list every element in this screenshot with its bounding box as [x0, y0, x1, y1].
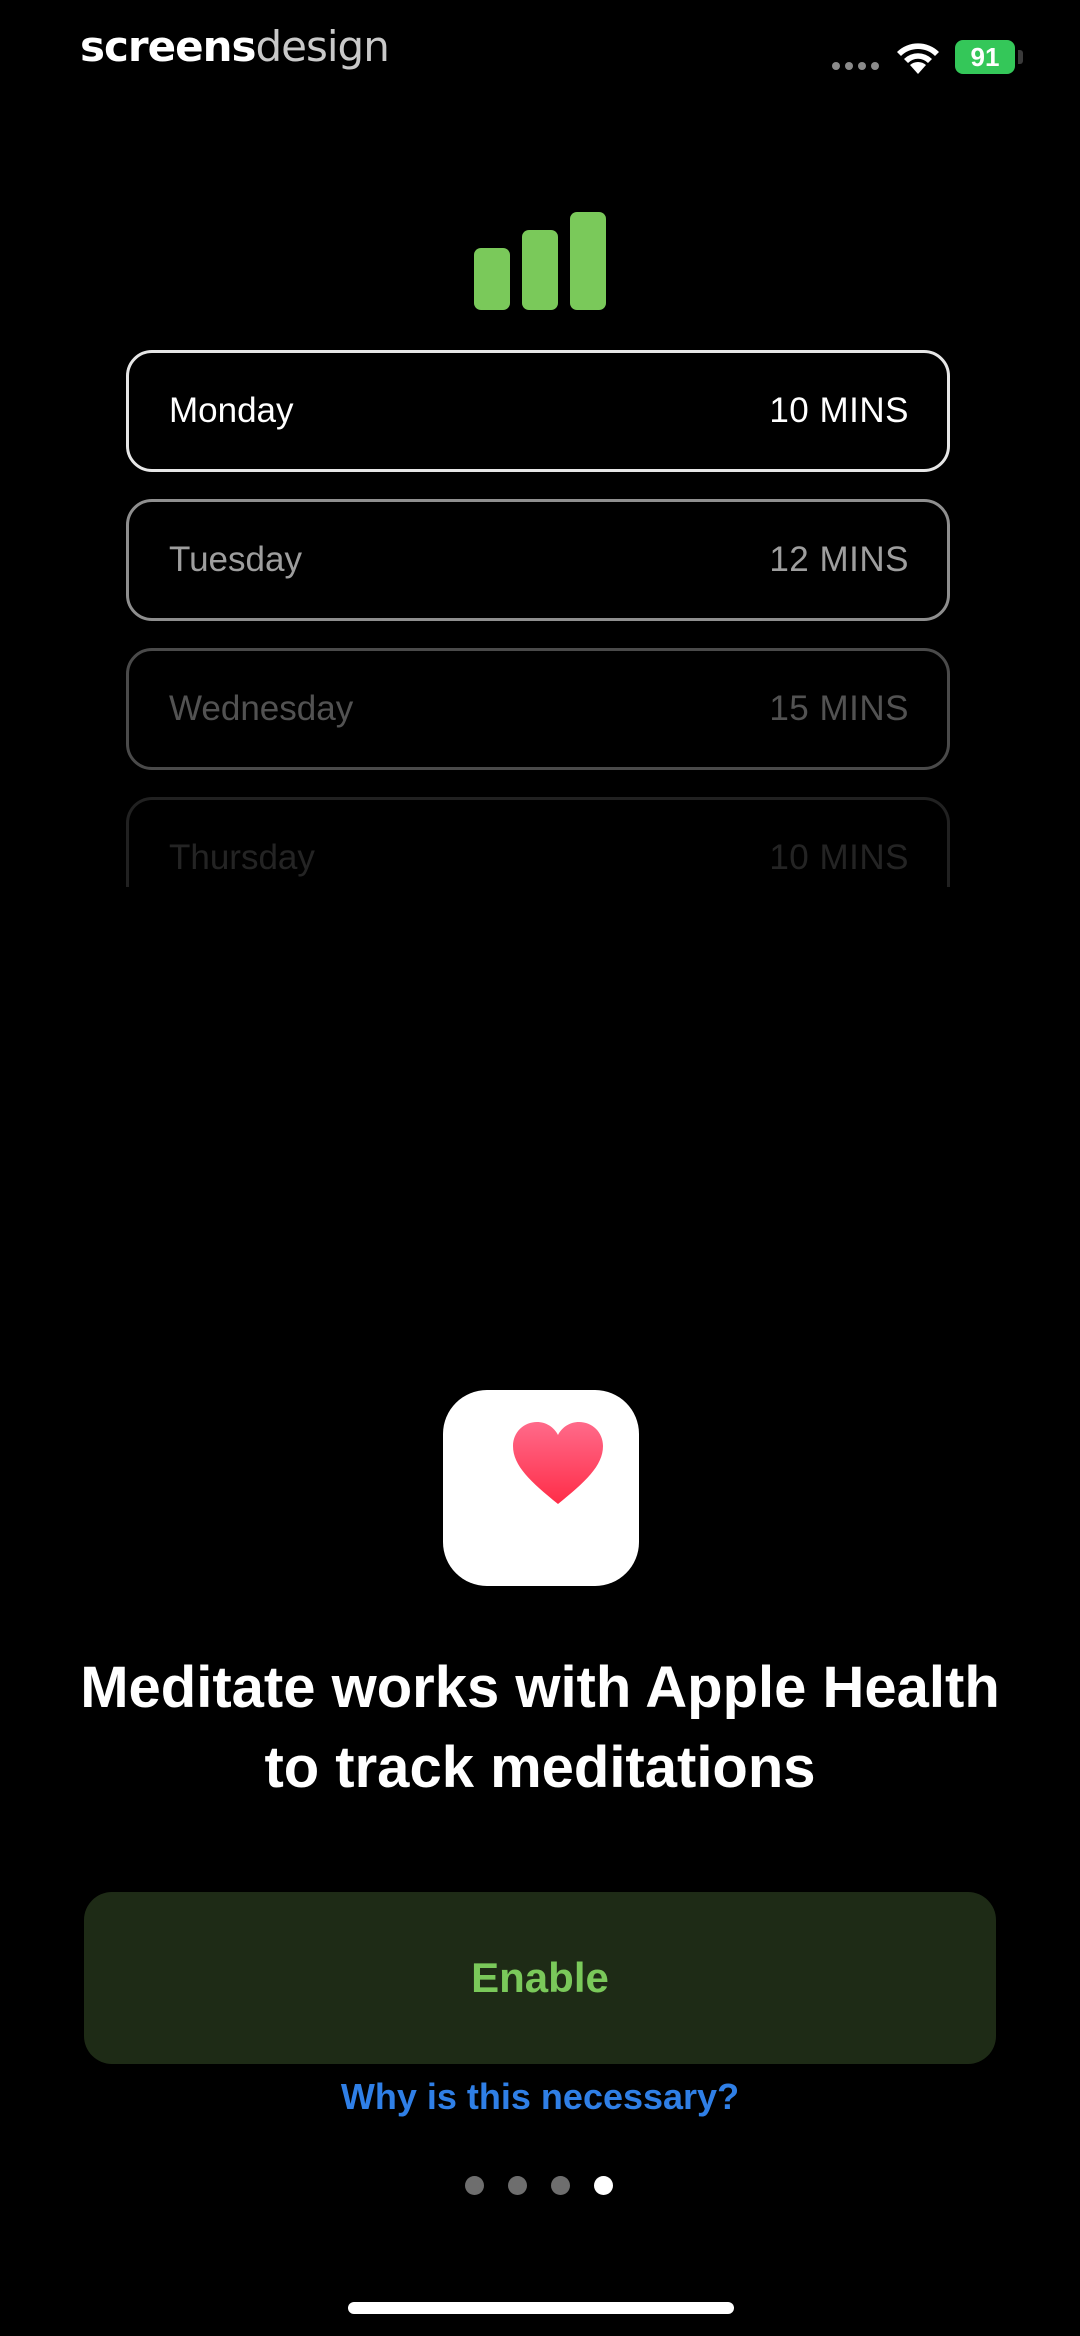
- heart-icon: [513, 1422, 603, 1504]
- schedule-row-monday: Monday 10 MINS: [126, 350, 950, 472]
- wifi-icon: [897, 43, 939, 74]
- duration-label: 10 MINS: [769, 391, 909, 430]
- why-necessary-link[interactable]: Why is this necessary?: [0, 2076, 1080, 2118]
- page-dot-4-active[interactable]: [594, 2176, 613, 2195]
- battery-tip: [1018, 50, 1023, 64]
- headline: Meditate works with Apple Health to trac…: [80, 1655, 1000, 1800]
- schedule-row-thursday: Thursday 10 MINS: [126, 797, 950, 887]
- battery-icon: 91: [955, 40, 1015, 74]
- brand-part1: screens: [80, 22, 256, 71]
- day-label: Wednesday: [169, 689, 354, 728]
- brand-part2: design: [255, 22, 389, 71]
- day-label: Monday: [169, 391, 294, 430]
- status-bar: screensdesign 91: [0, 0, 1080, 110]
- home-indicator[interactable]: [348, 2302, 734, 2314]
- bar-chart-icon: [474, 212, 606, 310]
- schedule-row-wednesday: Wednesday 15 MINS: [126, 648, 950, 770]
- page-indicator: [465, 2176, 613, 2195]
- page-dot-3[interactable]: [551, 2176, 570, 2195]
- battery-level: 91: [970, 42, 1000, 72]
- cellular-signal-icon: [832, 62, 879, 70]
- page-dot-2[interactable]: [508, 2176, 527, 2195]
- duration-label: 12 MINS: [769, 540, 909, 579]
- duration-label: 15 MINS: [769, 689, 909, 728]
- duration-label: 10 MINS: [769, 838, 909, 877]
- day-label: Thursday: [169, 838, 315, 877]
- page-dot-1[interactable]: [465, 2176, 484, 2195]
- enable-button[interactable]: Enable: [84, 1892, 996, 2064]
- apple-health-heart-icon: [443, 1390, 639, 1586]
- schedule-row-tuesday: Tuesday 12 MINS: [126, 499, 950, 621]
- day-label: Tuesday: [169, 540, 302, 579]
- brand-watermark: screensdesign: [80, 22, 390, 71]
